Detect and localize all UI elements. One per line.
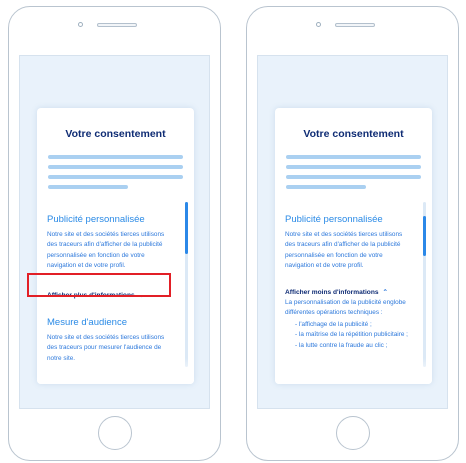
scrollbar-thumb[interactable] — [423, 216, 426, 256]
phone-right: Votre consentement Publicité personnalis… — [246, 6, 459, 461]
speaker-icon — [97, 23, 137, 27]
section-description-publicite: Notre site et des sociétés tierces utili… — [47, 231, 165, 270]
phone-left: Votre consentement Publicité personnalis… — [8, 6, 221, 461]
modal-title: Votre consentement — [65, 128, 166, 140]
text-placeholder-line — [286, 175, 421, 179]
section-title-publicite: Publicité personnalisée — [47, 214, 145, 225]
highlight-box — [27, 273, 171, 297]
consent-modal: Votre consentement Publicité personnalis… — [275, 108, 432, 384]
front-camera-icon — [316, 22, 321, 27]
phone-screen-right: Votre consentement Publicité personnalis… — [257, 55, 448, 409]
text-placeholder-line — [48, 185, 128, 189]
show-less-link[interactable]: Afficher moins d'informations ⌃ — [285, 288, 388, 296]
list-item: - la maîtrise de la répétition publicita… — [295, 331, 408, 339]
section-description-publicite: Notre site et des sociétés tierces utili… — [285, 231, 403, 270]
text-placeholder-line — [286, 165, 421, 169]
chevron-up-icon: ⌃ — [382, 289, 389, 296]
section-title-audience: Mesure d'audience — [47, 317, 127, 328]
text-placeholder-line — [286, 155, 421, 159]
text-placeholder-line — [48, 155, 183, 159]
text-placeholder-line — [286, 185, 366, 189]
consent-modal: Votre consentement Publicité personnalis… — [37, 108, 194, 384]
details-text: La personnalisation de la publicité engl… — [285, 299, 406, 317]
home-button[interactable] — [336, 416, 370, 450]
list-item: - la lutte contre la fraude au clic ; — [295, 341, 388, 349]
modal-title: Votre consentement — [303, 128, 404, 140]
scrollbar-thumb[interactable] — [185, 202, 188, 254]
home-button[interactable] — [98, 416, 132, 450]
text-placeholder-line — [48, 175, 183, 179]
front-camera-icon — [78, 22, 83, 27]
section-title-publicite: Publicité personnalisée — [285, 214, 383, 225]
scroll-fade — [37, 358, 194, 384]
speaker-icon — [335, 23, 375, 27]
details-bullet-list: - l'affichage de la publicité ; - la maî… — [295, 320, 408, 351]
phone-screen-left: Votre consentement Publicité personnalis… — [19, 55, 210, 409]
scroll-fade — [275, 358, 432, 384]
list-item: - l'affichage de la publicité ; — [295, 321, 372, 328]
text-placeholder-line — [48, 165, 183, 169]
